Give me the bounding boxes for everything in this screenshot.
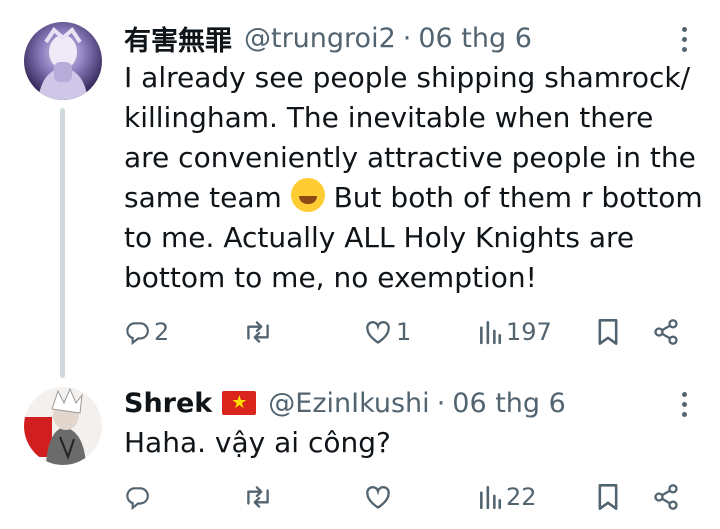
thread-line bbox=[60, 108, 65, 378]
avatar[interactable] bbox=[24, 22, 102, 100]
retweet-icon bbox=[247, 321, 269, 343]
views-icon bbox=[480, 320, 502, 345]
reply-button[interactable]: 2 bbox=[124, 312, 169, 352]
views-button[interactable]: 22 bbox=[478, 477, 537, 517]
heart-icon bbox=[366, 321, 390, 344]
tweet-actions: 2 1 197 bbox=[124, 312, 694, 352]
views-count: 197 bbox=[506, 318, 552, 346]
like-button[interactable] bbox=[364, 477, 396, 517]
display-name[interactable]: 有害無罪 bbox=[124, 19, 232, 58]
share-icon bbox=[654, 319, 678, 345]
share-icon bbox=[654, 484, 678, 510]
rolling-laughing-emoji-icon bbox=[290, 178, 325, 212]
bookmark-button[interactable] bbox=[596, 312, 620, 352]
tweet[interactable]: 有害無罪 @trungroi2 · 06 thg 6 I already see… bbox=[0, 0, 720, 378]
tweet-actions: 22 bbox=[124, 477, 694, 517]
retweet-button[interactable] bbox=[242, 477, 278, 517]
retweet-icon bbox=[247, 486, 269, 508]
bookmark-icon bbox=[598, 484, 618, 510]
avatar[interactable] bbox=[24, 387, 102, 465]
tweet-text: Haha. vậy ai công? bbox=[124, 426, 391, 459]
views-count: 22 bbox=[506, 483, 537, 511]
tweet-header: 有害無罪 @trungroi2 · 06 thg 6 bbox=[124, 18, 532, 58]
separator: · bbox=[436, 387, 446, 419]
display-name[interactable]: Shrek bbox=[124, 388, 212, 419]
more-options-icon[interactable] bbox=[682, 27, 690, 52]
flag-star: ★ bbox=[231, 392, 248, 413]
retweet-button[interactable] bbox=[242, 312, 278, 352]
user-handle[interactable]: @trungroi2 bbox=[244, 23, 396, 54]
share-button[interactable] bbox=[652, 312, 680, 352]
bookmark-icon bbox=[598, 319, 618, 345]
more-options-icon[interactable] bbox=[682, 392, 690, 417]
bookmark-button[interactable] bbox=[596, 477, 620, 517]
like-button[interactable]: 1 bbox=[364, 312, 411, 352]
reply-icon bbox=[126, 487, 149, 510]
user-handle[interactable]: @EzinIkushi bbox=[268, 388, 429, 419]
reply-count: 2 bbox=[154, 318, 170, 346]
views-icon bbox=[480, 485, 502, 510]
share-button[interactable] bbox=[652, 477, 680, 517]
tweet-text: I already see people shipping shamrock/ … bbox=[124, 58, 704, 298]
separator: · bbox=[402, 22, 412, 54]
tweet-header: Shrek ★ @EzinIkushi · 06 thg 6 bbox=[124, 383, 566, 423]
vietnam-flag-icon: ★ bbox=[222, 391, 257, 415]
views-button[interactable]: 197 bbox=[478, 312, 552, 352]
like-count: 1 bbox=[396, 318, 412, 346]
heart-icon bbox=[366, 486, 390, 509]
tweet-date[interactable]: 06 thg 6 bbox=[452, 388, 566, 419]
reply-button[interactable] bbox=[124, 477, 154, 517]
reply-icon bbox=[126, 322, 149, 345]
tweet[interactable]: Shrek ★ @EzinIkushi · 06 thg 6 Haha. vậy… bbox=[0, 365, 720, 529]
tweet-date[interactable]: 06 thg 6 bbox=[418, 23, 532, 54]
